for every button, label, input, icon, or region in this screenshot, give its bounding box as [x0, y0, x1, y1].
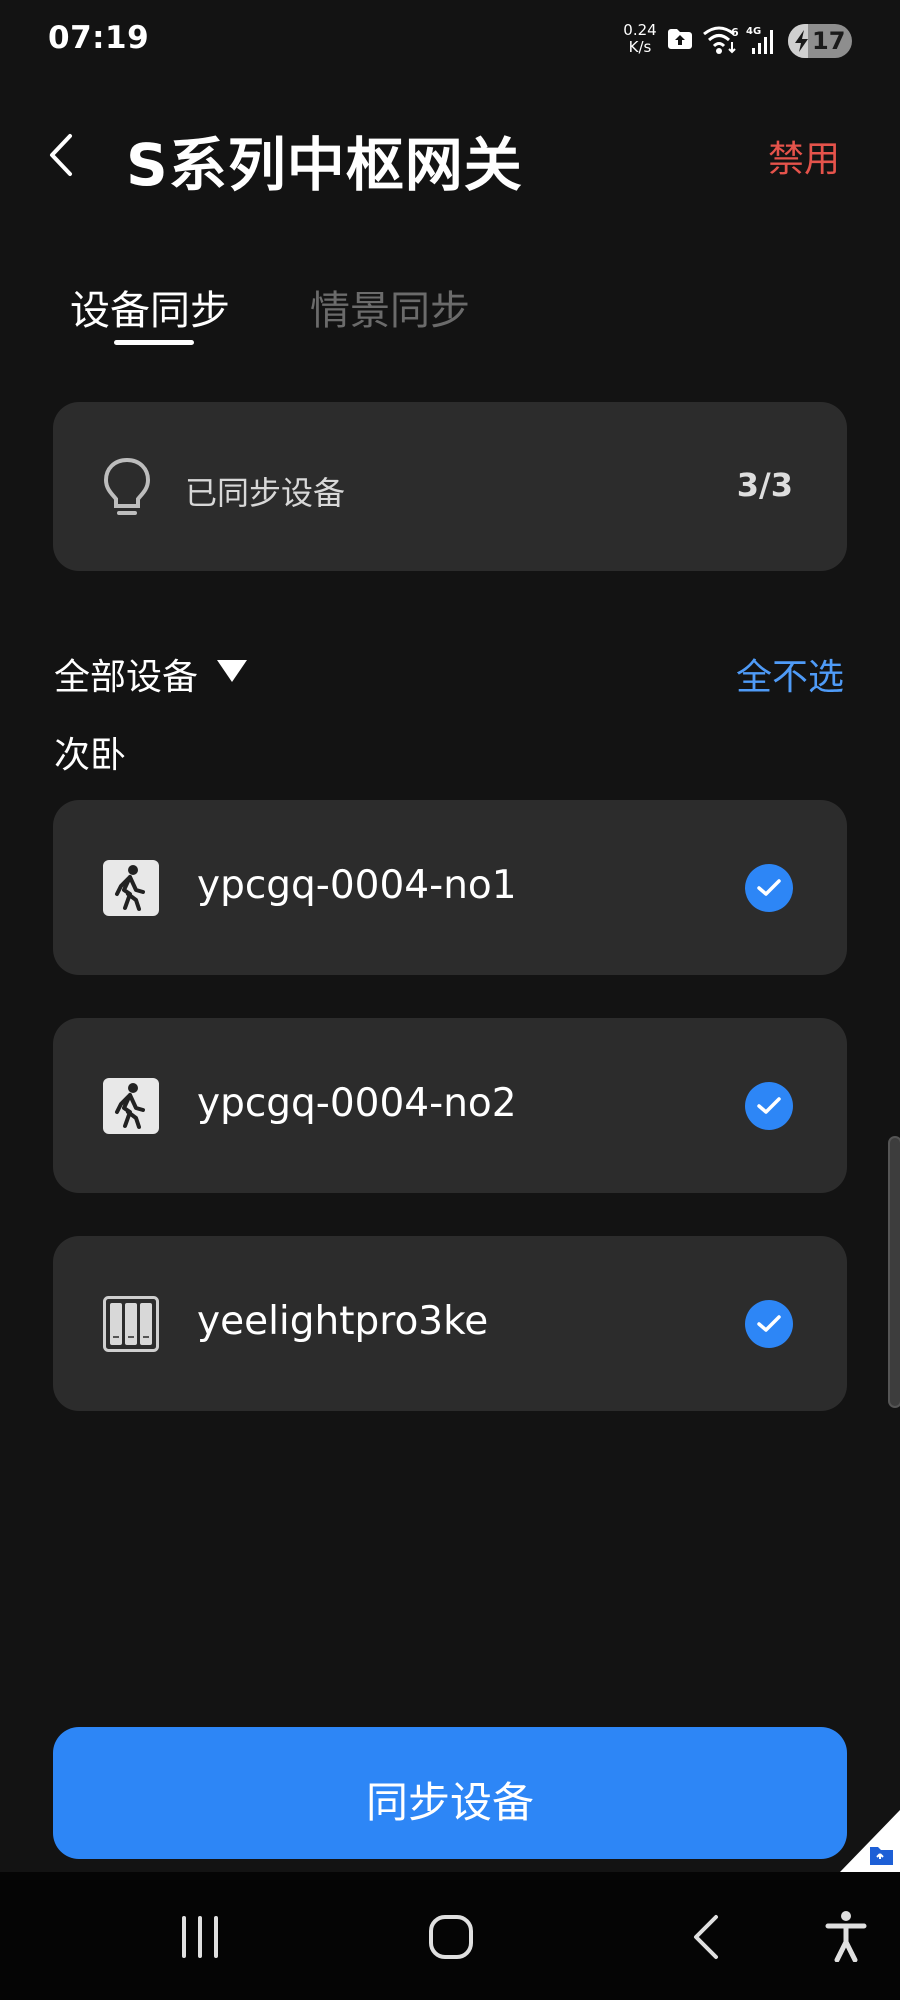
cloud-upload-icon [666, 28, 694, 54]
checkmark-icon[interactable] [745, 1082, 793, 1130]
wifi-icon: 6 [702, 24, 740, 60]
scrollbar[interactable] [888, 1136, 900, 1408]
motion-sensor-icon [103, 860, 159, 916]
battery-indicator: 17 [788, 24, 852, 58]
synced-count: 3/3 [736, 466, 793, 504]
checkmark-icon[interactable] [745, 864, 793, 912]
summary-label: 已同步设备 [185, 474, 346, 512]
device-name: ypcgq-0004-no2 [197, 1081, 517, 1126]
back-button[interactable] [42, 130, 82, 180]
home-icon[interactable] [428, 1914, 474, 1964]
active-tab-indicator [114, 340, 194, 345]
tab-device-sync[interactable]: 设备同步 [70, 278, 230, 336]
status-time: 07:19 [48, 20, 150, 56]
page-title: S系列中枢网关 [126, 131, 523, 199]
room-label: 次卧 [54, 735, 127, 776]
tab-scene-sync[interactable]: 情景同步 [310, 278, 470, 336]
lightbulb-icon [101, 456, 153, 522]
device-name: yeelightpro3ke [197, 1299, 489, 1344]
device-item[interactable]: ypcgq-0004-no1 [53, 800, 847, 975]
disable-button[interactable]: 禁用 [768, 130, 840, 182]
secure-folder-icon [840, 1810, 900, 1876]
synced-devices-summary: 已同步设备 3/3 [53, 402, 847, 571]
device-item[interactable]: yeelightpro3ke [53, 1236, 847, 1411]
back-icon[interactable] [688, 1914, 724, 1964]
sync-devices-button[interactable]: 同步设备 [53, 1727, 847, 1859]
signal-type: 4G [746, 26, 761, 37]
deselect-all-button[interactable]: 全不选 [736, 648, 844, 700]
checkmark-icon[interactable] [745, 1300, 793, 1348]
network-speed-unit: K/s [628, 38, 652, 56]
network-speed: 0.24 K/s [620, 22, 660, 56]
chevron-left-icon [50, 134, 72, 176]
device-item[interactable]: ypcgq-0004-no2 [53, 1018, 847, 1193]
wifi-badge: 6 [731, 26, 739, 39]
cellular-signal-icon: 4G [746, 24, 778, 60]
status-bar: 07:19 0.24 K/s 6 4G 17 [0, 0, 900, 80]
network-speed-value: 0.24 [623, 21, 657, 39]
triple-switch-icon [103, 1296, 159, 1352]
battery-level: 17 [812, 27, 846, 55]
accessibility-icon[interactable] [824, 1910, 868, 1966]
caret-down-icon[interactable] [215, 658, 249, 688]
battery-charging-icon [794, 30, 810, 56]
recent-apps-icon[interactable] [178, 1914, 222, 1964]
system-nav-bar [0, 1872, 900, 2000]
device-filter-dropdown[interactable]: 全部设备 [54, 648, 198, 700]
sync-button-label: 同步设备 [365, 1778, 534, 1827]
motion-sensor-icon [103, 1078, 159, 1134]
device-name: ypcgq-0004-no1 [197, 863, 517, 908]
